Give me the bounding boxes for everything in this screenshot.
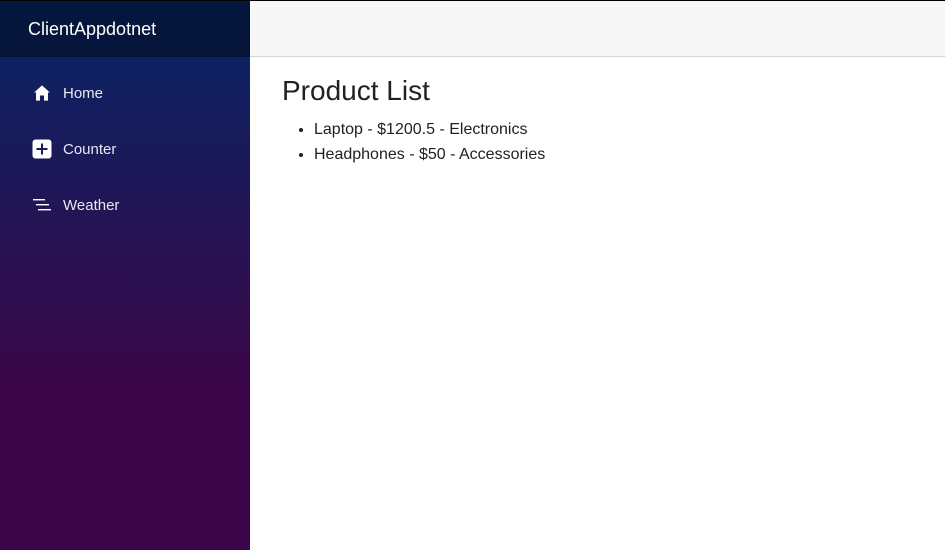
list-item: Laptop - $1200.5 - Electronics	[314, 117, 913, 142]
brand-bar: ClientAppdotnet	[0, 0, 250, 57]
top-row	[250, 0, 945, 57]
nav-item-weather[interactable]: Weather	[16, 181, 234, 229]
home-icon	[32, 83, 52, 103]
list-item: Headphones - $50 - Accessories	[314, 142, 913, 167]
page-title: Product List	[282, 75, 430, 106]
nav-item-label: Counter	[63, 140, 117, 158]
list-icon	[32, 195, 52, 215]
sidebar: ClientAppdotnet Home Counter Weather	[0, 0, 250, 550]
brand-link[interactable]: ClientAppdotnet	[28, 19, 156, 40]
nav-item-counter[interactable]: Counter	[16, 125, 234, 173]
main-area: Product List Laptop - $1200.5 - Electron…	[250, 0, 945, 550]
nav-item-label: Weather	[63, 196, 120, 214]
app-root: ClientAppdotnet Home Counter Weather Pro…	[0, 0, 945, 550]
page-content: Product List Laptop - $1200.5 - Electron…	[250, 57, 945, 185]
nav-item-label: Home	[63, 84, 104, 102]
plus-square-icon	[32, 139, 52, 159]
product-list: Laptop - $1200.5 - Electronics Headphone…	[282, 117, 913, 167]
nav-item-home[interactable]: Home	[16, 69, 234, 117]
nav-menu: Home Counter Weather	[0, 57, 250, 229]
